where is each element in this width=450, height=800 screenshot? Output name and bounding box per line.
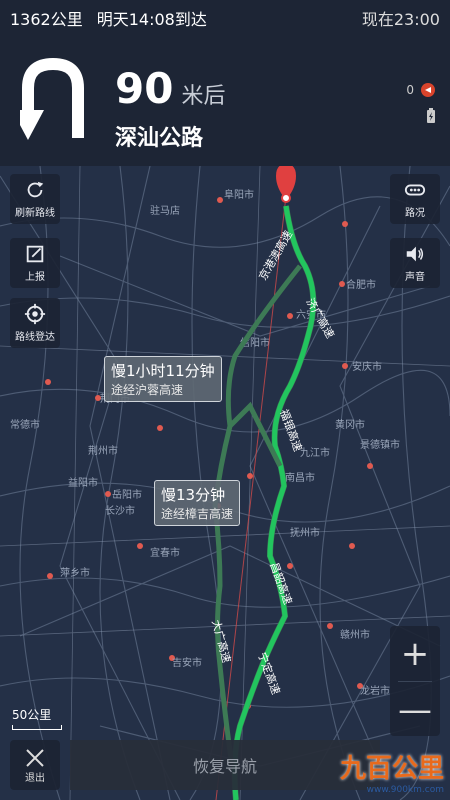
next-road-name: 深汕公路 — [115, 126, 204, 151]
traffic-label: 路况 — [405, 208, 425, 219]
city-label: 岳阳市 — [112, 488, 142, 501]
city-label: 龙岩市 — [360, 684, 390, 697]
distance-unit: 米后 — [181, 84, 226, 109]
scale-bar — [12, 725, 62, 730]
city-label: 抚州市 — [290, 526, 320, 539]
arrival-time: 明天14:08到达 — [96, 10, 207, 29]
city-label: 赣州市 — [340, 628, 370, 641]
city-label: 常德市 — [10, 418, 40, 431]
alt-route-via: 途经沪蓉高速 — [111, 383, 184, 397]
current-time: 现在23:00 — [361, 10, 440, 29]
city-label: 萍乡市 — [60, 566, 90, 579]
destination-pin — [276, 166, 296, 203]
map-view[interactable]: 阜阳市 合肥市 六安市 安庆市 荆门市 荆州市 岳阳市 常德市 益阳市 长沙市 … — [0, 166, 450, 800]
city-label: 景德镇市 — [360, 438, 400, 451]
alt-route-delay: 慢1小时11分钟 — [111, 362, 215, 380]
city-label: 长沙市 — [105, 504, 135, 517]
refresh-icon — [27, 181, 44, 198]
city-label: 南昌市 — [285, 471, 315, 484]
zoom-control: + — — [390, 626, 440, 736]
battery-icon — [427, 108, 435, 123]
map-scale: 50公里 — [12, 706, 62, 730]
traffic-icon — [404, 184, 426, 196]
camera-icon — [421, 83, 435, 97]
zoom-out-button[interactable]: — — [390, 682, 440, 737]
sound-label: 声音 — [405, 272, 425, 283]
city-label: 益阳市 — [68, 476, 98, 489]
resume-navigation-button[interactable]: 恢复导航 — [70, 740, 380, 790]
traffic-button[interactable]: 路况 — [390, 174, 440, 224]
edit-icon — [26, 245, 44, 263]
watermark-url: www.900km.com — [366, 785, 444, 795]
exit-label: 退出 — [25, 772, 45, 784]
refresh-route-button[interactable]: 刷新路线 — [10, 174, 60, 224]
city-label: 吉安市 — [172, 656, 202, 669]
city-label: 阜阳市 — [224, 188, 254, 201]
via-route-button[interactable]: 路线登达 — [10, 298, 60, 348]
exit-button[interactable]: 退出 — [10, 740, 60, 790]
sound-button[interactable]: 声音 — [390, 238, 440, 288]
alt-route-bubble-2[interactable]: 慢13分钟 途经樟吉高速 — [154, 480, 241, 526]
via-route-label: 路线登达 — [15, 332, 55, 343]
highway-label: 京港澳高速 — [255, 228, 295, 283]
speed-camera-count: 0 — [406, 83, 414, 97]
scale-label: 50公里 — [12, 708, 52, 722]
alt-route-bubble-1[interactable]: 慢1小时11分钟 途经沪蓉高速 — [104, 356, 222, 402]
city-label: 安庆市 — [352, 360, 382, 373]
speaker-icon — [406, 246, 424, 262]
report-label: 上报 — [25, 272, 45, 283]
distance-value: 90 — [115, 64, 174, 113]
guidance-panel: 90 米后 深汕公路 0 — [0, 36, 450, 166]
city-label: 黄冈市 — [335, 418, 365, 431]
highway-label: 福银高速 — [277, 407, 305, 453]
remaining-distance: 1362公里 — [10, 10, 83, 29]
refresh-route-label: 刷新路线 — [15, 208, 55, 219]
target-icon — [24, 303, 46, 325]
alt-route-via: 途经樟吉高速 — [161, 507, 234, 521]
zoom-in-button[interactable]: + — [390, 626, 440, 681]
close-icon — [26, 748, 44, 767]
u-turn-icon — [20, 58, 84, 140]
watermark-main: 九百公里 — [339, 754, 444, 784]
watermark-logo: 九百公里 www.900km.com — [340, 748, 444, 795]
report-button[interactable]: 上报 — [10, 238, 60, 288]
alt-route-delay: 慢13分钟 — [161, 486, 226, 504]
status-bar: 1362公里 明天14:08到达 现在23:00 — [0, 0, 450, 36]
highway-label: 大广高速 — [209, 618, 234, 664]
city-label: 合肥市 — [346, 278, 376, 291]
city-label: 驻马店 — [150, 204, 180, 217]
city-label: 宜春市 — [150, 546, 180, 559]
city-label: 荆州市 — [88, 444, 118, 457]
